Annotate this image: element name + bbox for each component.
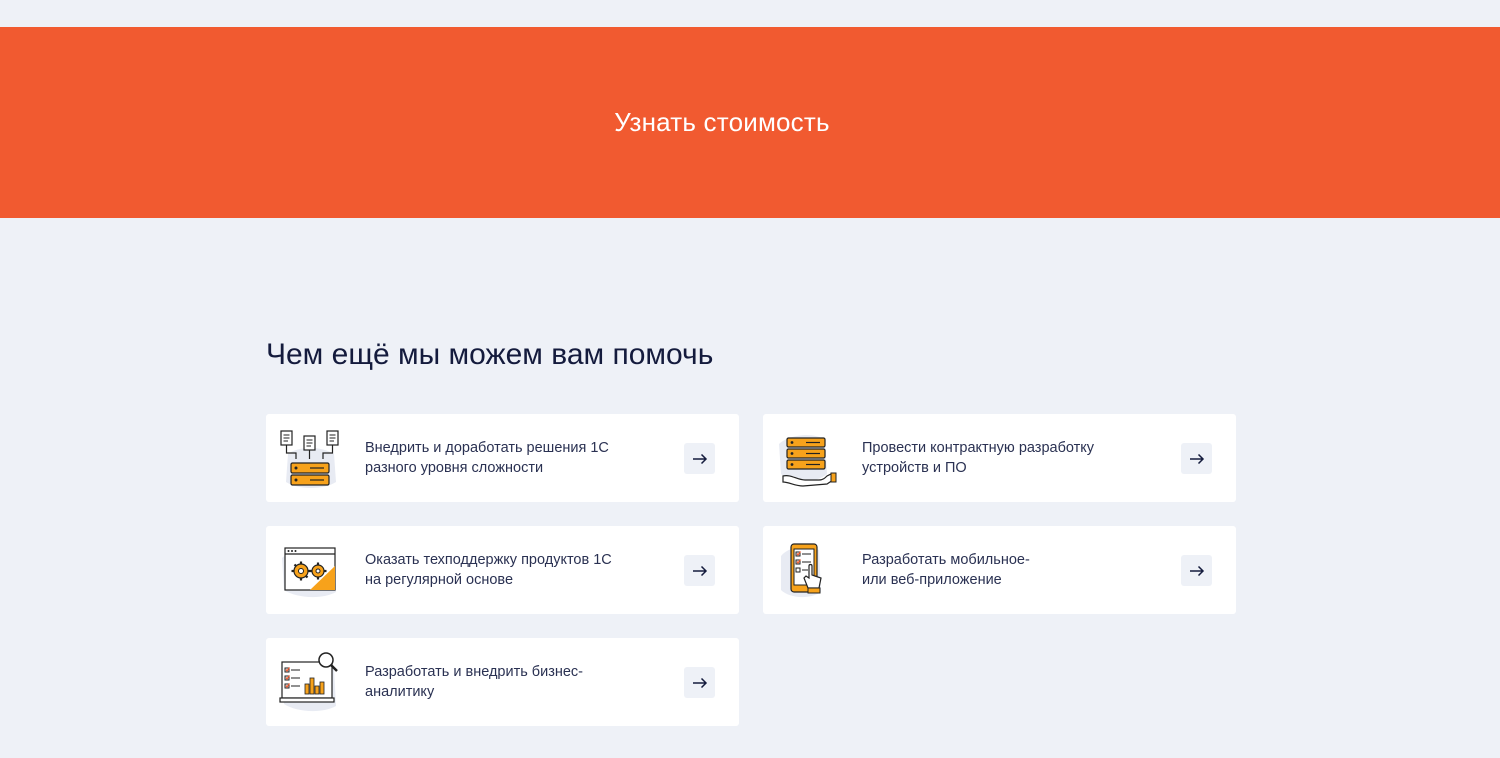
service-card-1c-implementation[interactable]: Внедрить и доработать решения 1С разного… [266, 414, 739, 502]
service-card-1c-support[interactable]: Оказать техподдержку продуктов 1С на рег… [266, 526, 739, 614]
service-card-text: Внедрить и доработать решения 1С разного… [365, 440, 609, 476]
arrow-right-icon[interactable] [684, 667, 715, 698]
service-card-contract-development[interactable]: Провести контрактную разработку устройст… [763, 414, 1236, 502]
section-title: Чем ещё мы можем вам помочь [266, 338, 714, 371]
gears-window-icon [278, 536, 344, 604]
service-card-business-analytics[interactable]: Разработать и внедрить бизнес- аналитику [266, 638, 739, 726]
server-documents-icon [278, 424, 344, 492]
arrow-right-icon[interactable] [684, 555, 715, 586]
arrow-right-icon[interactable] [1181, 443, 1212, 474]
service-card-text: Провести контрактную разработку устройст… [862, 440, 1095, 476]
service-card-text: Разработать и внедрить бизнес- аналитику [365, 664, 584, 700]
arrow-right-icon[interactable] [1181, 555, 1212, 586]
service-card-mobile-web-app[interactable]: Разработать мобильное- или веб-приложени… [763, 526, 1236, 614]
analytics-magnifier-icon [278, 648, 344, 716]
get-price-label: Узнать стоимость [614, 107, 830, 137]
service-card-text: Разработать мобильное- или веб-приложени… [862, 552, 1030, 588]
arrow-right-icon[interactable] [684, 443, 715, 474]
get-price-button[interactable]: Узнать стоимость [0, 27, 1500, 218]
service-card-text: Оказать техподдержку продуктов 1С на рег… [365, 552, 612, 588]
server-hand-icon [775, 424, 841, 492]
mobile-touch-icon [775, 536, 841, 604]
